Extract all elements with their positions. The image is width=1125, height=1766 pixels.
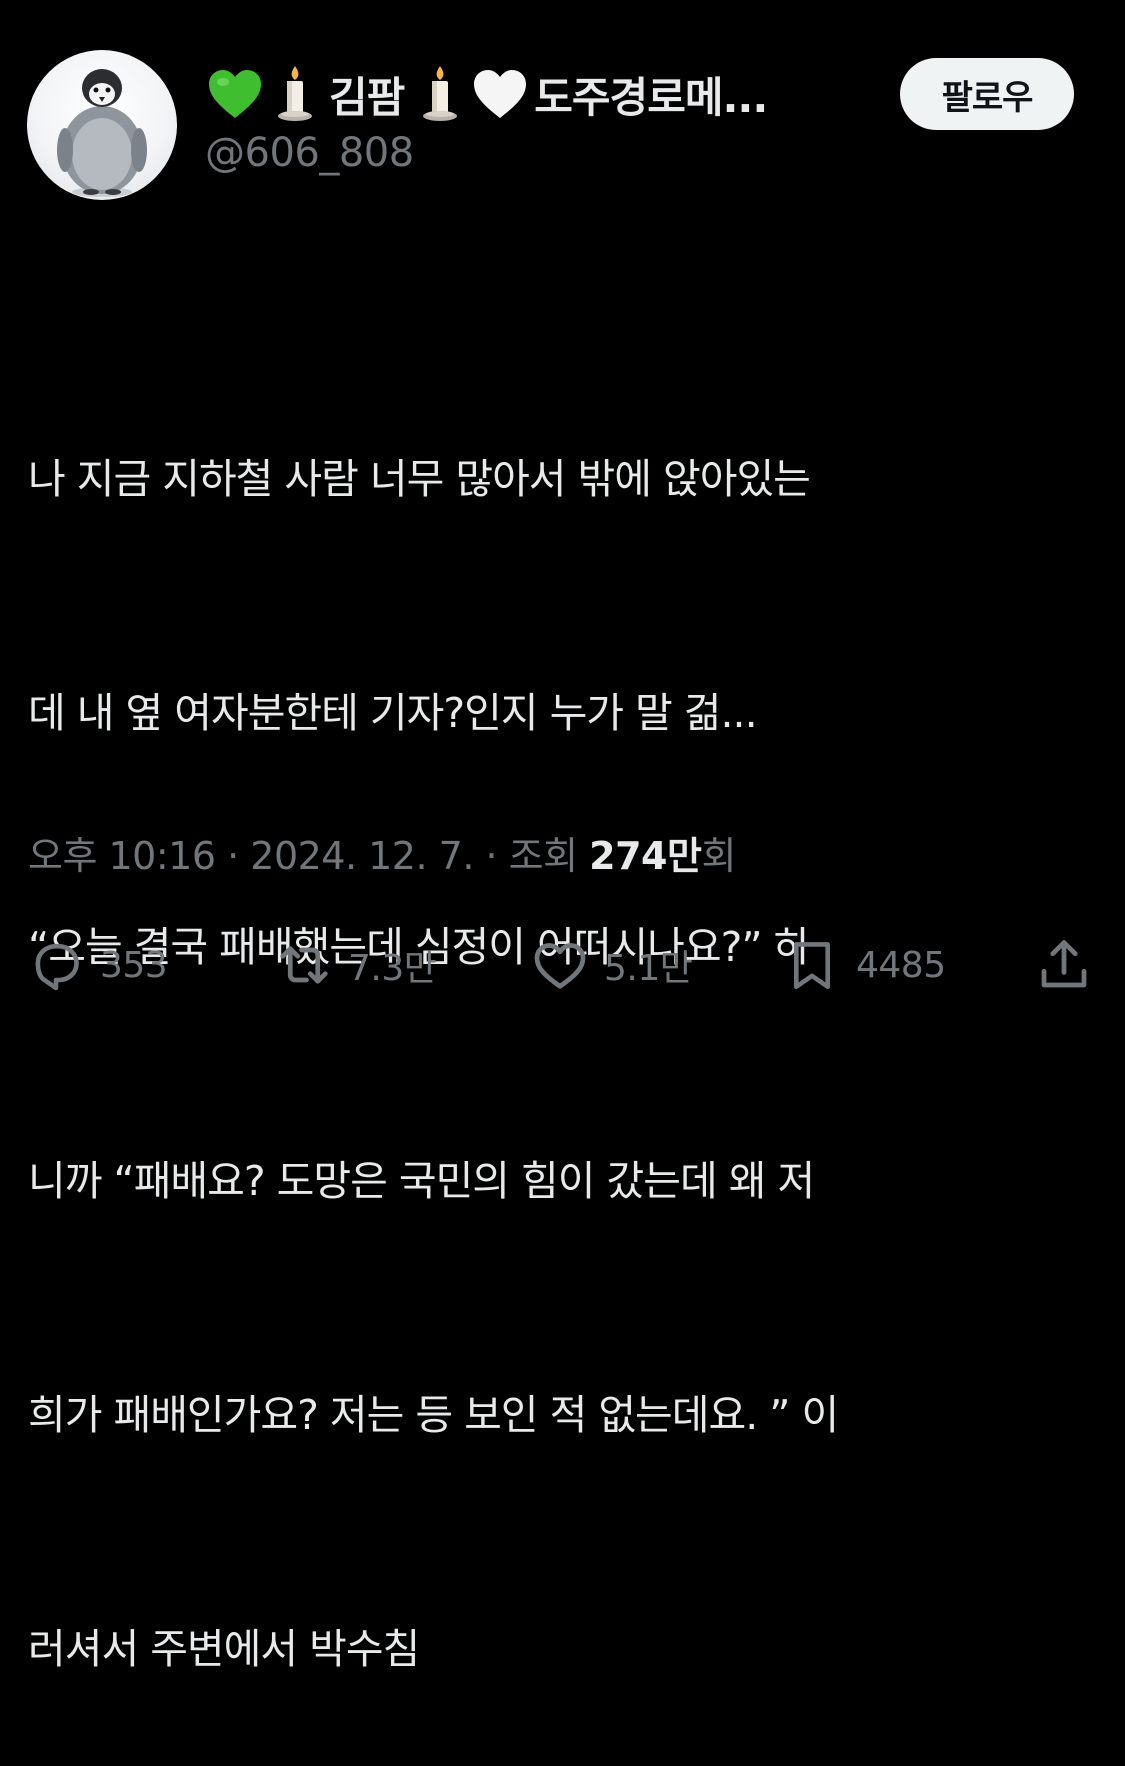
avatar[interactable] — [27, 50, 177, 200]
candle-icon — [410, 64, 470, 124]
views-suffix: 회 — [701, 834, 736, 878]
penguin-chick-image — [57, 69, 147, 197]
meta-separator: · — [473, 834, 509, 878]
like-count: 5.1만 — [604, 948, 693, 989]
share-icon — [1034, 935, 1094, 995]
like-button[interactable]: 5.1만 — [530, 930, 693, 1000]
name-text-2: 도주경로메... — [534, 72, 768, 122]
timestamp-date[interactable]: 2024. 12. 7. — [250, 834, 474, 878]
action-bar: 353 7.3만 5.1만 4485 — [0, 930, 1125, 1000]
share-button[interactable] — [1034, 930, 1094, 1000]
candle-icon — [265, 64, 325, 124]
green-heart-icon — [205, 64, 265, 124]
bookmark-button[interactable]: 4485 — [782, 930, 946, 1000]
white-heart-icon — [470, 64, 530, 124]
views-label: 조회 — [508, 834, 578, 878]
views-count: 274만 — [589, 834, 702, 878]
tweet-line: 데 내 옆 여자분한테 기자?인지 누가 말 걺... — [28, 689, 758, 737]
user-handle[interactable]: @606_808 — [205, 130, 414, 176]
retweet-icon — [274, 935, 334, 995]
retweet-button[interactable]: 7.3만 — [274, 930, 437, 1000]
tweet-line: 희가 패배인가요? 저는 등 보인 적 없는데요. ” 이 — [28, 1391, 839, 1439]
tweet-line: 니까 “패배요? 도망은 국민의 힘이 갔는데 왜 저 — [28, 1157, 815, 1205]
name-text-1: 김팜 — [329, 72, 405, 122]
tweet-text: 나 지금 지하철 사람 너무 많아서 밖에 앉아있는 데 내 옆 여자분한테 기… — [28, 284, 1098, 1766]
bookmark-count: 4485 — [856, 944, 946, 986]
tweet-meta: 오후 10:16 · 2024. 12. 7. · 조회 274만회 — [28, 825, 736, 880]
tweet-line: 러셔서 주변에서 박수침 — [28, 1625, 420, 1673]
reply-count: 353 — [100, 944, 168, 986]
reply-icon — [26, 935, 86, 995]
heart-icon — [530, 935, 590, 995]
retweet-count: 7.3만 — [348, 948, 437, 989]
bookmark-icon — [782, 935, 842, 995]
timestamp-time[interactable]: 오후 10:16 — [28, 834, 216, 878]
follow-button[interactable]: 팔로우 — [900, 58, 1074, 130]
reply-button[interactable]: 353 — [26, 930, 168, 1000]
tweet-line: 나 지금 지하철 사람 너무 많아서 밖에 앉아있는 — [28, 455, 811, 503]
meta-separator: · — [215, 834, 251, 878]
display-name[interactable]: 김팜 도주경로메... — [205, 62, 773, 126]
